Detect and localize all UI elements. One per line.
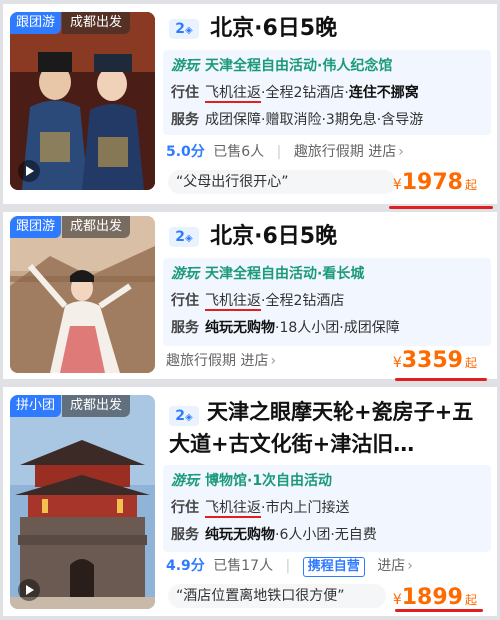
chevron-right-icon[interactable]: › (270, 353, 276, 369)
product-title[interactable]: 北京·6日5晚 (210, 14, 337, 44)
play-label: 游玩 (171, 58, 199, 74)
play-label: 游玩 (171, 266, 199, 282)
shop-link[interactable]: 趣旅行假期 进店 (166, 353, 268, 369)
play-text: 博物馆·1次自由活动 (205, 473, 333, 489)
shop-link[interactable]: 进店 (377, 558, 405, 574)
title-row: 2◈ 天津之眼摩天轮+瓷房子+五大道+古文化街+津沽旧… (169, 400, 491, 460)
service-label: 服务 (171, 527, 199, 543)
rating-score: 4.9分 (166, 558, 205, 574)
service-line: 服务 纯玩无购物·18人小团·成团保障 (171, 318, 487, 338)
travel-rest-text: ·市内上门接送 (261, 500, 350, 516)
product-card-1[interactable]: 跟团游 成都出发 2◈ 北京·6日5晚 游玩 天津全程自由活动·伟人纪念馆 行住飞… (3, 4, 497, 209)
price: ¥3359 起 (393, 348, 477, 373)
play-line: 游玩 天津全程自由活动·伟人纪念馆 (171, 56, 487, 76)
transport-text: 飞机往返 (205, 293, 261, 311)
play-text: 天津全程自由活动·伟人纪念馆 (205, 58, 393, 74)
travel-highlight: 连住不挪窝 (348, 85, 419, 101)
currency-symbol: ¥ (392, 592, 402, 608)
tour-type-tag: 跟团游 (10, 216, 62, 238)
product-thumbnail[interactable]: 跟团游 成都出发 (10, 12, 155, 190)
product-card-3[interactable]: 拼小团 成都出发 2◈ 天津之眼摩天轮+瓷房子+五大道+古文化街+津沽旧… 游玩… (3, 387, 497, 616)
play-video-icon[interactable] (18, 579, 40, 601)
meta-row: 5.0分 已售6人 | 趣旅行假期 进店 › (166, 141, 491, 163)
price-suffix: 起 (464, 593, 477, 607)
feature-box: 游玩 博物馆·1次自由活动 行住 飞机往返·市内上门接送 服务 纯玩无购物·6人小团·… (163, 465, 491, 552)
sold-count: 已售17人 (213, 558, 274, 574)
service-text: 成团保障·赠取消险·3期免息·含导游 (205, 112, 424, 128)
travel-rest-text: ·全程2钻酒店 (261, 293, 345, 309)
currency-symbol: ¥ (392, 355, 402, 371)
transport-text: 飞机往返 (205, 85, 261, 103)
price-value: 1978 (401, 170, 463, 195)
red-underline-annotation (389, 206, 493, 209)
price-value: 3359 (401, 348, 463, 373)
product-thumbnail[interactable]: 拼小团 成都出发 (10, 395, 155, 609)
price-value: 1899 (401, 585, 463, 610)
travel-line: 行住 飞机往返·全程2钻酒店 (171, 291, 487, 311)
service-highlight: 纯玩无购物 (205, 320, 275, 336)
product-title[interactable]: 北京·6日5晚 (210, 222, 337, 252)
play-line: 游玩 博物馆·1次自由活动 (171, 471, 487, 491)
price: ¥1899 起 (393, 585, 477, 610)
rating-score: 5.0分 (166, 144, 205, 160)
title-row: 2◈ 北京·6日5晚 (169, 222, 491, 252)
feature-box: 游玩 天津全程自由活动·伟人纪念馆 行住 飞机往返·全程2钻酒店·连住不挪窝 服务成… (163, 50, 491, 135)
service-text: ·6人小团·无自费 (275, 527, 377, 543)
red-underline-annotation (395, 378, 487, 381)
photo-dancer-great-wall (10, 216, 155, 373)
shop-link[interactable]: 趣旅行假期 进店 (294, 144, 396, 160)
product-card-2[interactable]: 跟团游 成都出发 2◈ 北京·6日5晚 游玩 天津全程自由活动·看长城 行住 飞机往… (3, 212, 497, 381)
product-thumbnail[interactable]: 跟团游 成都出发 (10, 216, 155, 373)
play-text: 天津全程自由活动·看长城 (205, 266, 365, 282)
meta-row: 4.9分 已售17人 | 携程自营 进店 › (166, 555, 491, 577)
divider: | (276, 144, 282, 160)
service-text: ·18人小团·成团保障 (275, 320, 400, 336)
review-quote: “父母出行很开心” (168, 170, 396, 194)
departure-tag: 成都出发 (62, 395, 131, 417)
ctrip-selfrun-badge: 携程自营 (302, 557, 365, 577)
rank-badge: 2◈ (169, 227, 199, 247)
review-quote: “酒店位置离地铁口很方便” (168, 584, 386, 608)
photo-drum-tower (10, 395, 155, 609)
travel-label: 行住 (171, 293, 199, 309)
travel-line: 行住 飞机往返·市内上门接送 (171, 498, 487, 518)
service-line: 服务 成团保障·赠取消险·3期免息·含导游 (171, 110, 487, 130)
travel-line: 行住 飞机往返·全程2钻酒店·连住不挪窝 (171, 83, 487, 103)
rank-badge: 2◈ (169, 406, 199, 426)
departure-tag: 成都出发 (62, 216, 131, 238)
title-row: 2◈ 北京·6日5晚 (169, 14, 491, 44)
price-suffix: 起 (464, 178, 477, 192)
play-line: 游玩 天津全程自由活动·看长城 (171, 264, 487, 284)
play-video-icon[interactable] (18, 160, 40, 182)
price: ¥1978 起 (393, 170, 477, 195)
price-suffix: 起 (464, 356, 477, 370)
feature-box: 游玩 天津全程自由活动·看长城 行住 飞机往返·全程2钻酒店 服务 纯玩无购物·18人… (163, 258, 491, 346)
chevron-right-icon[interactable]: › (407, 558, 413, 574)
service-line: 服务 纯玩无购物·6人小团·无自费 (171, 525, 487, 545)
tour-type-tag: 拼小团 (10, 395, 62, 417)
play-label: 游玩 (171, 473, 199, 489)
service-highlight: 纯玩无购物 (205, 527, 275, 543)
tour-type-tag: 跟团游 (10, 12, 62, 34)
service-label: 服务 (171, 112, 199, 128)
product-title[interactable]: 天津之眼摩天轮+瓷房子+五大道+古文化街+津沽旧… (169, 396, 487, 460)
red-underline-annotation (395, 609, 483, 612)
service-label: 服务 (171, 320, 199, 336)
rank-badge: 2◈ (169, 19, 199, 39)
transport-text: 飞机往返 (205, 500, 261, 518)
travel-label: 行住 (171, 85, 199, 101)
departure-tag: 成都出发 (62, 12, 131, 34)
divider: | (285, 558, 291, 574)
chevron-right-icon[interactable]: › (398, 144, 404, 160)
currency-symbol: ¥ (392, 177, 402, 193)
travel-rest-text: ·全程2钻酒店· (261, 85, 349, 101)
travel-label: 行住 (171, 500, 199, 516)
sold-count: 已售6人 (213, 144, 265, 160)
